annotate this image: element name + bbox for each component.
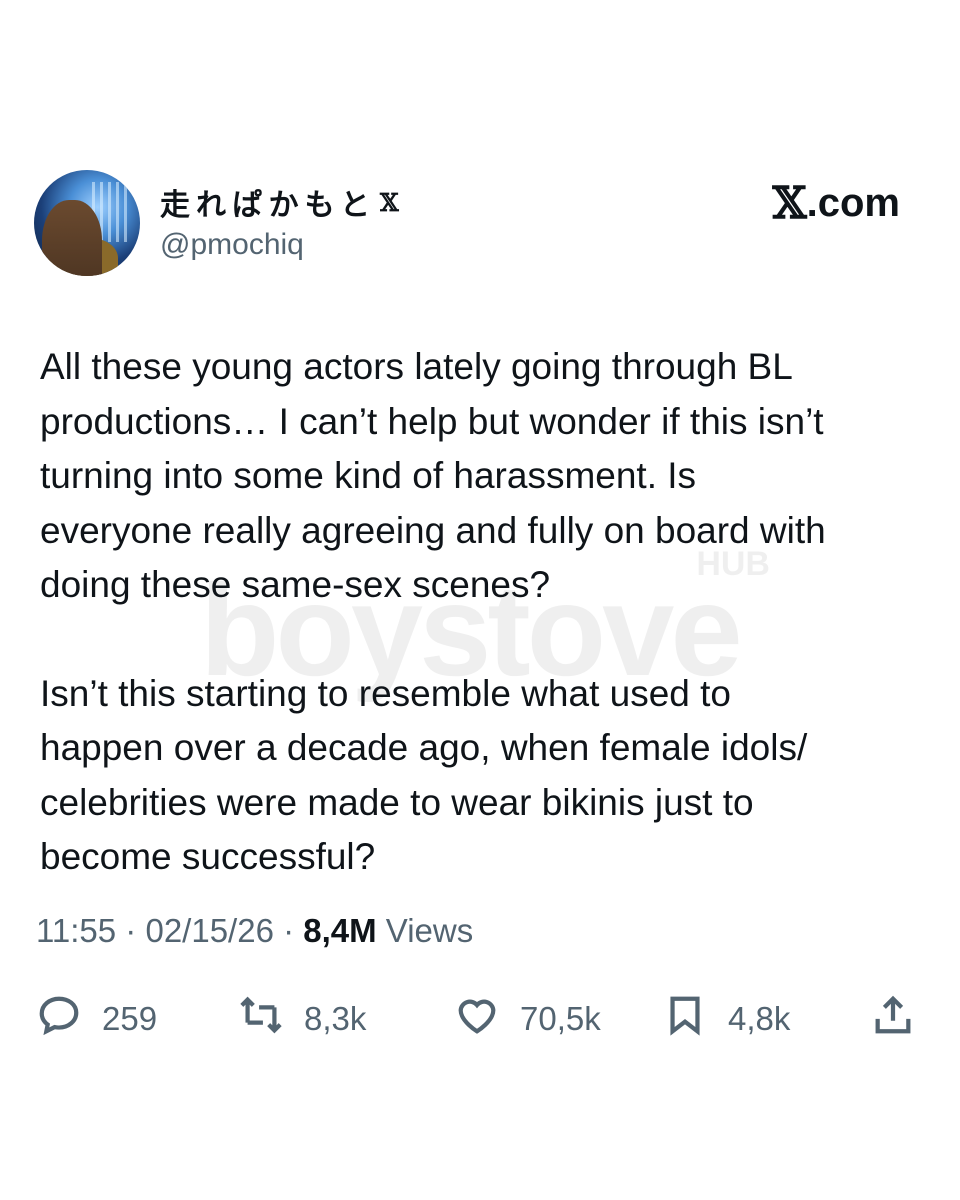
views-label: Views bbox=[376, 912, 474, 949]
like-button[interactable]: 70,5k bbox=[454, 992, 601, 1046]
avatar-figure bbox=[42, 200, 102, 276]
author-handle[interactable]: @pmochiq bbox=[160, 228, 304, 262]
brand-logo: 𝕏 .com bbox=[773, 178, 901, 229]
tweet-paragraph-2: Isn’t this starting to resemble what use… bbox=[40, 672, 808, 878]
tweet-text: All these young actors lately going thro… bbox=[40, 340, 920, 939]
retweet-icon bbox=[238, 992, 284, 1046]
meta-separator: · bbox=[116, 912, 146, 949]
bookmark-button[interactable]: 4,8k bbox=[662, 992, 790, 1046]
reply-icon bbox=[36, 992, 82, 1046]
reply-count: 259 bbox=[102, 1000, 158, 1037]
tweet-time[interactable]: 11:55 bbox=[36, 912, 116, 949]
bookmark-icon bbox=[662, 992, 708, 1046]
x-verified-icon: 𝕏 bbox=[380, 187, 399, 217]
brand-label: .com bbox=[806, 181, 900, 225]
tweet-date[interactable]: 02/15/26 bbox=[145, 912, 273, 949]
share-icon bbox=[870, 992, 916, 1046]
retweet-count: 8,3k bbox=[304, 1000, 367, 1037]
retweet-button[interactable]: 8,3k bbox=[238, 992, 366, 1046]
reply-button[interactable]: 259 bbox=[36, 992, 157, 1046]
bookmark-count: 4,8k bbox=[728, 1000, 791, 1037]
action-bar: 259 8,3k 70,5k 4,8k bbox=[0, 992, 960, 1046]
like-count: 70,5k bbox=[520, 1000, 601, 1037]
views-count[interactable]: 8,4M bbox=[303, 912, 376, 949]
tweet-paragraph-1: All these young actors lately going thro… bbox=[40, 346, 826, 605]
author-display-name[interactable]: 走れぱかもと bbox=[160, 180, 376, 224]
heart-icon bbox=[454, 992, 500, 1046]
tweet-meta: 11:55 · 02/15/26 · 8,4M Views bbox=[36, 912, 473, 950]
avatar[interactable] bbox=[34, 170, 140, 276]
tweet-card: 走れぱかもと 𝕏 @pmochiq 𝕏 .com boystove HUB All… bbox=[0, 0, 960, 1200]
share-button[interactable] bbox=[870, 992, 916, 1046]
x-logo-icon: 𝕏 bbox=[772, 178, 807, 229]
author-name-row[interactable]: 走れぱかもと 𝕏 bbox=[160, 180, 399, 224]
meta-separator: · bbox=[273, 912, 304, 949]
